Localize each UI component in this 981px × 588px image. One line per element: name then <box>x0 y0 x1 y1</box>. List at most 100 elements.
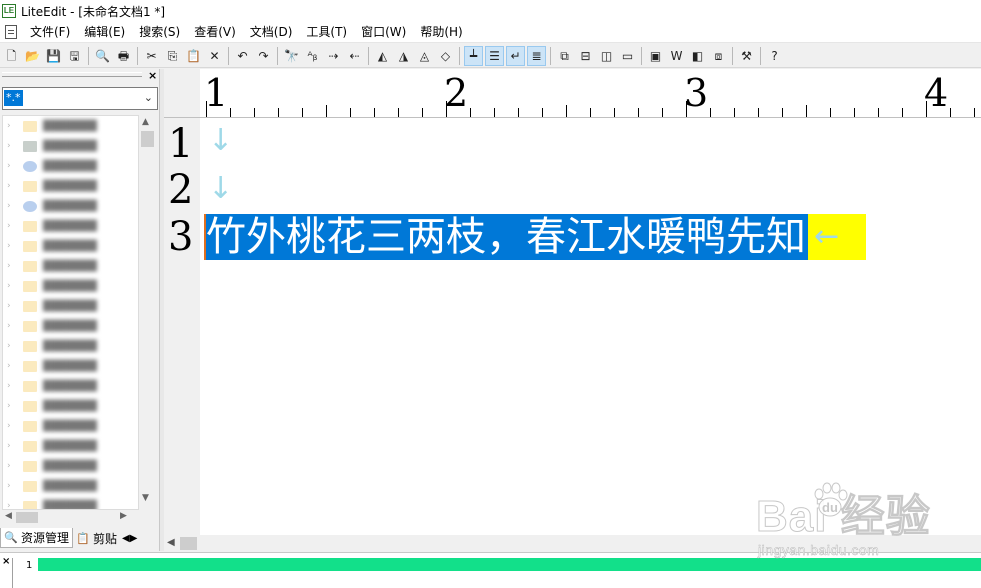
find-icon[interactable]: 🔭 <box>283 47 300 65</box>
menu-edit[interactable]: 编辑(E) <box>77 22 132 43</box>
expand-icon[interactable]: › <box>7 381 17 391</box>
scroll-up-icon[interactable]: ▲ <box>142 117 149 127</box>
delete-icon[interactable]: ✕ <box>206 47 223 65</box>
editor-horizontal-scrollbar[interactable]: ◀ <box>164 535 981 552</box>
panel-grip[interactable] <box>2 72 142 77</box>
tree-item[interactable]: › ███████ <box>3 276 138 296</box>
tab-explorer[interactable]: 🔍 资源管理 <box>0 528 74 548</box>
menu-window[interactable]: 窗口(W) <box>354 22 413 43</box>
scroll-left-icon[interactable]: ◀ <box>5 511 12 521</box>
expand-icon[interactable]: › <box>7 281 17 291</box>
menu-search[interactable]: 搜索(S) <box>132 22 187 43</box>
chevron-down-icon[interactable]: ⌄ <box>144 91 153 104</box>
file-tree[interactable]: › ███████ › ███████ › ███████ › ███████ › ███████… <box>2 115 139 510</box>
bookmark-clear-icon[interactable]: ◇ <box>437 47 454 65</box>
tile-horizontal-icon[interactable]: ⊟ <box>577 47 594 65</box>
word-wrap-icon[interactable]: ↵ <box>506 45 525 66</box>
menu-tools[interactable]: 工具(T) <box>299 22 354 43</box>
tree-item[interactable]: › ███████ <box>3 116 138 136</box>
document-menu-icon[interactable] <box>5 25 17 39</box>
tab-scroll-arrows-icon[interactable]: ◀▶ <box>122 533 137 544</box>
scrollbar-thumb[interactable] <box>141 131 154 147</box>
tree-item[interactable]: › ███████ <box>3 496 138 509</box>
expand-icon[interactable]: › <box>7 161 17 171</box>
expand-icon[interactable]: › <box>7 481 17 491</box>
scrollbar-thumb[interactable] <box>180 537 197 550</box>
word-icon[interactable]: W <box>668 47 685 65</box>
expand-icon[interactable]: › <box>7 321 17 331</box>
save-icon[interactable]: 💾 <box>45 47 62 65</box>
save-all-icon[interactable]: 🖫 <box>66 47 83 65</box>
tree-item[interactable]: › ███████ <box>3 196 138 216</box>
bookmark-next-icon[interactable]: ◮ <box>395 47 412 65</box>
file-filter-select[interactable]: *.* ⌄ <box>2 87 158 110</box>
minimize-all-icon[interactable]: ▭ <box>619 47 636 65</box>
expand-icon[interactable]: › <box>7 181 17 191</box>
image-view-icon[interactable]: ⧈ <box>710 47 727 65</box>
bookmark-prev-icon[interactable]: ◬ <box>416 47 433 65</box>
layout-icon[interactable]: ◧ <box>689 47 706 65</box>
expand-icon[interactable]: › <box>7 201 17 211</box>
show-whitespace-icon[interactable]: ≣ <box>527 45 546 66</box>
menu-document[interactable]: 文档(D) <box>243 22 300 43</box>
tab-clipboard[interactable]: 📋 剪贴 <box>73 528 120 548</box>
tree-item[interactable]: › ███████ <box>3 316 138 336</box>
line-numbers-icon[interactable]: ☰ <box>485 45 504 66</box>
expand-icon[interactable]: › <box>7 221 17 231</box>
selected-line[interactable]: 竹外桃花三两枝，春江水暖鸭先知 ← <box>204 214 866 260</box>
cascade-icon[interactable]: ⧉ <box>556 47 573 65</box>
expand-icon[interactable]: › <box>7 461 17 471</box>
cut-icon[interactable]: ✂ <box>143 47 160 65</box>
panel-grip[interactable] <box>12 558 24 588</box>
tree-item[interactable]: › ███████ <box>3 396 138 416</box>
expand-icon[interactable]: › <box>7 441 17 451</box>
redo-icon[interactable]: ↷ <box>255 47 272 65</box>
bookmark-toggle-icon[interactable]: ◭ <box>374 47 391 65</box>
tree-item[interactable]: › ███████ <box>3 456 138 476</box>
tree-item[interactable]: › ███████ <box>3 416 138 436</box>
undo-icon[interactable]: ↶ <box>234 47 251 65</box>
expand-icon[interactable]: › <box>7 401 17 411</box>
scroll-left-icon[interactable]: ◀ <box>167 537 175 548</box>
expand-icon[interactable]: › <box>7 121 17 131</box>
tree-item[interactable]: › ███████ <box>3 236 138 256</box>
tree-item[interactable]: › ███████ <box>3 136 138 156</box>
text-editor[interactable]: 1 2 3 ↓ ↓ 竹外桃花三两枝，春江水暖鸭先知 ← <box>164 118 981 535</box>
tree-item[interactable]: › ███████ <box>3 376 138 396</box>
tree-item[interactable]: › ███████ <box>3 216 138 236</box>
scrollbar-thumb[interactable] <box>16 512 38 523</box>
scroll-right-icon[interactable]: ▶ <box>120 511 127 521</box>
expand-icon[interactable]: › <box>7 301 17 311</box>
tree-horizontal-scrollbar[interactable]: ◀ ▶ <box>2 510 139 525</box>
ruler-icon[interactable]: ┷ <box>464 45 483 66</box>
expand-icon[interactable]: › <box>7 341 17 351</box>
view-file-icon[interactable]: ▣ <box>647 47 664 65</box>
find-prev-icon[interactable]: ⇠ <box>346 47 363 65</box>
tree-item[interactable]: › ███████ <box>3 296 138 316</box>
tile-vertical-icon[interactable]: ◫ <box>598 47 615 65</box>
tree-item[interactable]: › ███████ <box>3 256 138 276</box>
selected-text[interactable]: 竹外桃花三两枝，春江水暖鸭先知 <box>206 214 808 260</box>
print-preview-icon[interactable]: 🔍 <box>94 47 111 65</box>
expand-icon[interactable]: › <box>7 421 17 431</box>
menu-help[interactable]: 帮助(H) <box>413 22 469 43</box>
print-icon[interactable]: 🖶 <box>115 47 132 65</box>
open-folder-icon[interactable]: 📂 <box>24 47 41 65</box>
tree-item[interactable]: › ███████ <box>3 476 138 496</box>
expand-icon[interactable]: › <box>7 361 17 371</box>
expand-icon[interactable]: › <box>7 501 17 509</box>
tree-item[interactable]: › ███████ <box>3 156 138 176</box>
tree-vertical-scrollbar[interactable]: ▲ ▼ <box>139 115 156 510</box>
tree-item[interactable]: › ███████ <box>3 336 138 356</box>
close-icon[interactable]: × <box>148 69 157 82</box>
help-icon[interactable]: ? <box>766 47 783 65</box>
paste-icon[interactable]: 📋 <box>185 47 202 65</box>
tree-item[interactable]: › ███████ <box>3 356 138 376</box>
find-next-icon[interactable]: ⇢ <box>325 47 342 65</box>
find-replace-icon[interactable]: ᴬᵦ <box>304 47 321 65</box>
menu-view[interactable]: 查看(V) <box>187 22 243 43</box>
tools-hammer-icon[interactable]: ⚒ <box>738 47 755 65</box>
expand-icon[interactable]: › <box>7 261 17 271</box>
tree-item[interactable]: › ███████ <box>3 436 138 456</box>
tree-item[interactable]: › ███████ <box>3 176 138 196</box>
